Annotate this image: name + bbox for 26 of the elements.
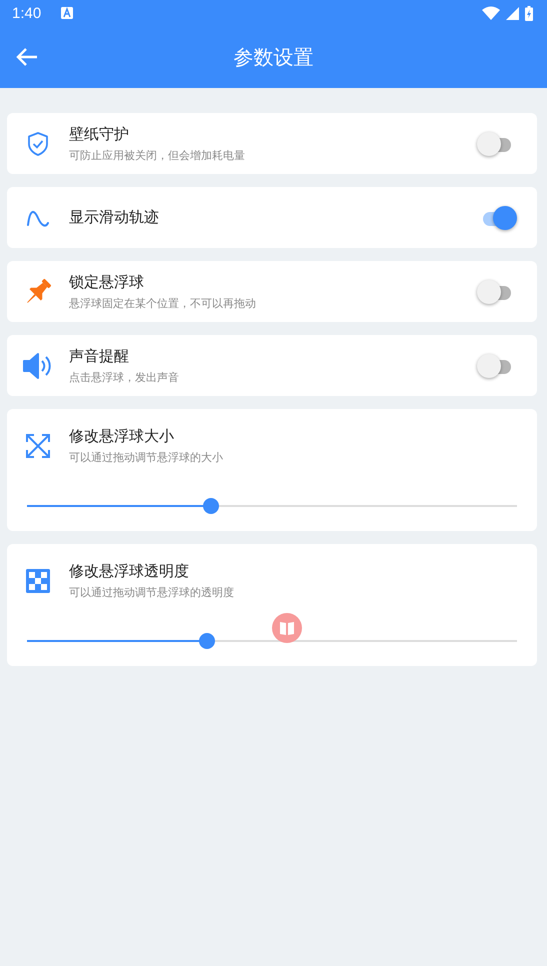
- page-title: 参数设置: [234, 44, 314, 68]
- back-arrow-icon: [16, 47, 38, 67]
- setting-title: 声音提醒: [69, 346, 130, 366]
- shield-check-icon: [26, 130, 50, 156]
- setting-title: 锁定悬浮球: [69, 272, 145, 292]
- slider-thumb[interactable]: [198, 633, 215, 649]
- setting-description: 可防止应用被关闭，但会增加耗电量: [69, 148, 246, 162]
- setting-title: 显示滑动轨迹: [69, 208, 160, 227]
- setting-title: 修改悬浮球大小: [69, 426, 175, 446]
- setting-description: 悬浮球固定在某个位置，不可以再拖动: [69, 296, 257, 310]
- setting-description: 可以通过拖动调节悬浮球的透明度: [69, 584, 235, 600]
- setting-description: 可以通过拖动调节悬浮球的大小: [69, 450, 224, 464]
- wave-icon: [26, 208, 50, 226]
- wifi-icon: [482, 6, 500, 20]
- slider-thumb[interactable]: [202, 498, 219, 514]
- notification-app-icon: [61, 7, 74, 19]
- checkerboard-icon: [25, 568, 51, 594]
- setting-description: 点击悬浮球，发出声音: [69, 370, 180, 384]
- expand-arrows-icon: [25, 432, 51, 458]
- status-time: 1:40: [12, 4, 42, 22]
- slider[interactable]: [27, 498, 517, 514]
- signal-icon: [506, 6, 519, 20]
- setting-title: 壁纸守护: [69, 124, 130, 144]
- setting-title: 修改悬浮球透明度: [69, 562, 190, 580]
- battery-charging-icon: [525, 6, 533, 20]
- floating-ball-icon[interactable]: [272, 613, 302, 643]
